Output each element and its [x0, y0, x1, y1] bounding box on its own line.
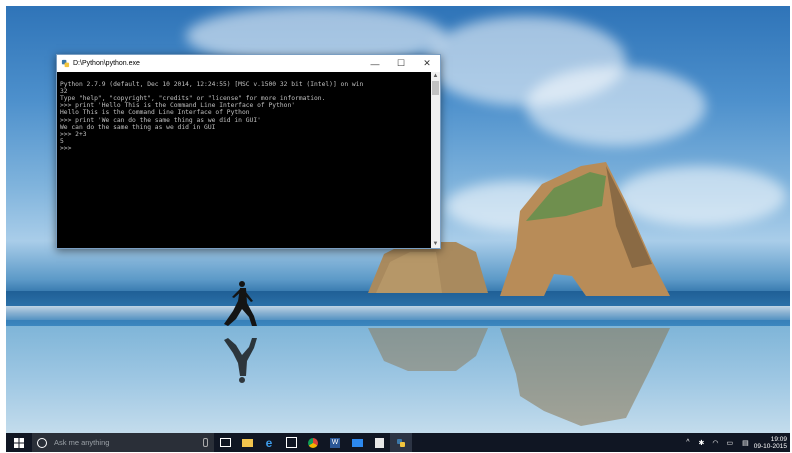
scrollbar-thumb[interactable] — [432, 81, 439, 95]
console-line: Type "help", "copyright", "credits" or "… — [60, 95, 326, 103]
window-titlebar[interactable]: D:\Python\python.exe — ☐ ✕ — [57, 55, 440, 72]
photos-icon[interactable] — [346, 433, 368, 452]
system-tray: ^ ✱ ◠ ▭ ▤ 19:09 09-10-2015 — [681, 433, 790, 452]
runner-silhouette — [224, 281, 257, 326]
word-icon[interactable]: W — [324, 433, 346, 452]
cortana-icon — [37, 437, 47, 448]
search-box[interactable]: Ask me anything — [32, 433, 214, 452]
notification-icon[interactable]: ▤ — [742, 439, 749, 447]
console-line: We can do the same thing as we did in GU… — [60, 123, 216, 131]
paint-icon[interactable] — [368, 433, 390, 452]
console-line: >>> — [60, 144, 72, 152]
clock-date: 09-10-2015 — [753, 442, 787, 450]
wifi-icon[interactable]: ◠ — [712, 439, 718, 447]
python-icon — [397, 438, 405, 447]
scroll-down-icon[interactable]: ▼ — [431, 240, 440, 248]
maximize-button[interactable]: ☐ — [388, 55, 414, 72]
desktop: D:\Python\python.exe — ☐ ✕ Python 2.7.9 … — [6, 6, 790, 452]
store-icon[interactable] — [280, 433, 302, 452]
scroll-up-icon[interactable]: ▲ — [431, 72, 440, 80]
search-placeholder: Ask me anything — [54, 438, 110, 447]
chevron-up-icon[interactable]: ^ — [686, 439, 689, 446]
task-view-icon[interactable] — [214, 433, 236, 452]
battery-icon[interactable]: ▭ — [727, 439, 734, 447]
edge-icon[interactable]: e — [258, 433, 280, 452]
taskbar: Ask me anything e W ^ ✱ ◠ ▭ ▤ 19:09 09-1… — [6, 433, 790, 452]
start-button[interactable] — [6, 433, 32, 452]
clock[interactable]: 19:09 09-10-2015 — [754, 436, 790, 450]
python-console-window[interactable]: D:\Python\python.exe — ☐ ✕ Python 2.7.9 … — [56, 54, 441, 249]
console-line: >>> print 'We can do the same thing as w… — [60, 116, 261, 124]
console-line: >>> 2+3 — [60, 130, 87, 138]
microphone-icon[interactable] — [203, 438, 208, 447]
windows-icon — [14, 437, 24, 448]
vertical-scrollbar[interactable]: ▲ ▼ — [431, 72, 440, 248]
python-taskbar-button[interactable] — [390, 433, 412, 452]
clock-time: 19:09 — [770, 435, 787, 443]
console-line: Hello This is the Command Line Interface… — [60, 109, 250, 117]
bluetooth-icon[interactable]: ✱ — [699, 439, 705, 447]
console-line: 5 — [60, 137, 64, 145]
window-title: D:\Python\python.exe — [73, 60, 140, 67]
chrome-icon[interactable] — [302, 433, 324, 452]
file-explorer-icon[interactable] — [236, 433, 258, 452]
minimize-button[interactable]: — — [362, 55, 388, 72]
console-line: 32 — [60, 88, 68, 96]
python-icon — [61, 59, 70, 68]
console-line: Python 2.7.9 (default, Dec 10 2014, 12:2… — [60, 81, 364, 89]
close-button[interactable]: ✕ — [414, 55, 440, 72]
console-line: >>> print 'Hello This is the Command Lin… — [60, 102, 296, 110]
console-output[interactable]: Python 2.7.9 (default, Dec 10 2014, 12:2… — [57, 72, 431, 248]
